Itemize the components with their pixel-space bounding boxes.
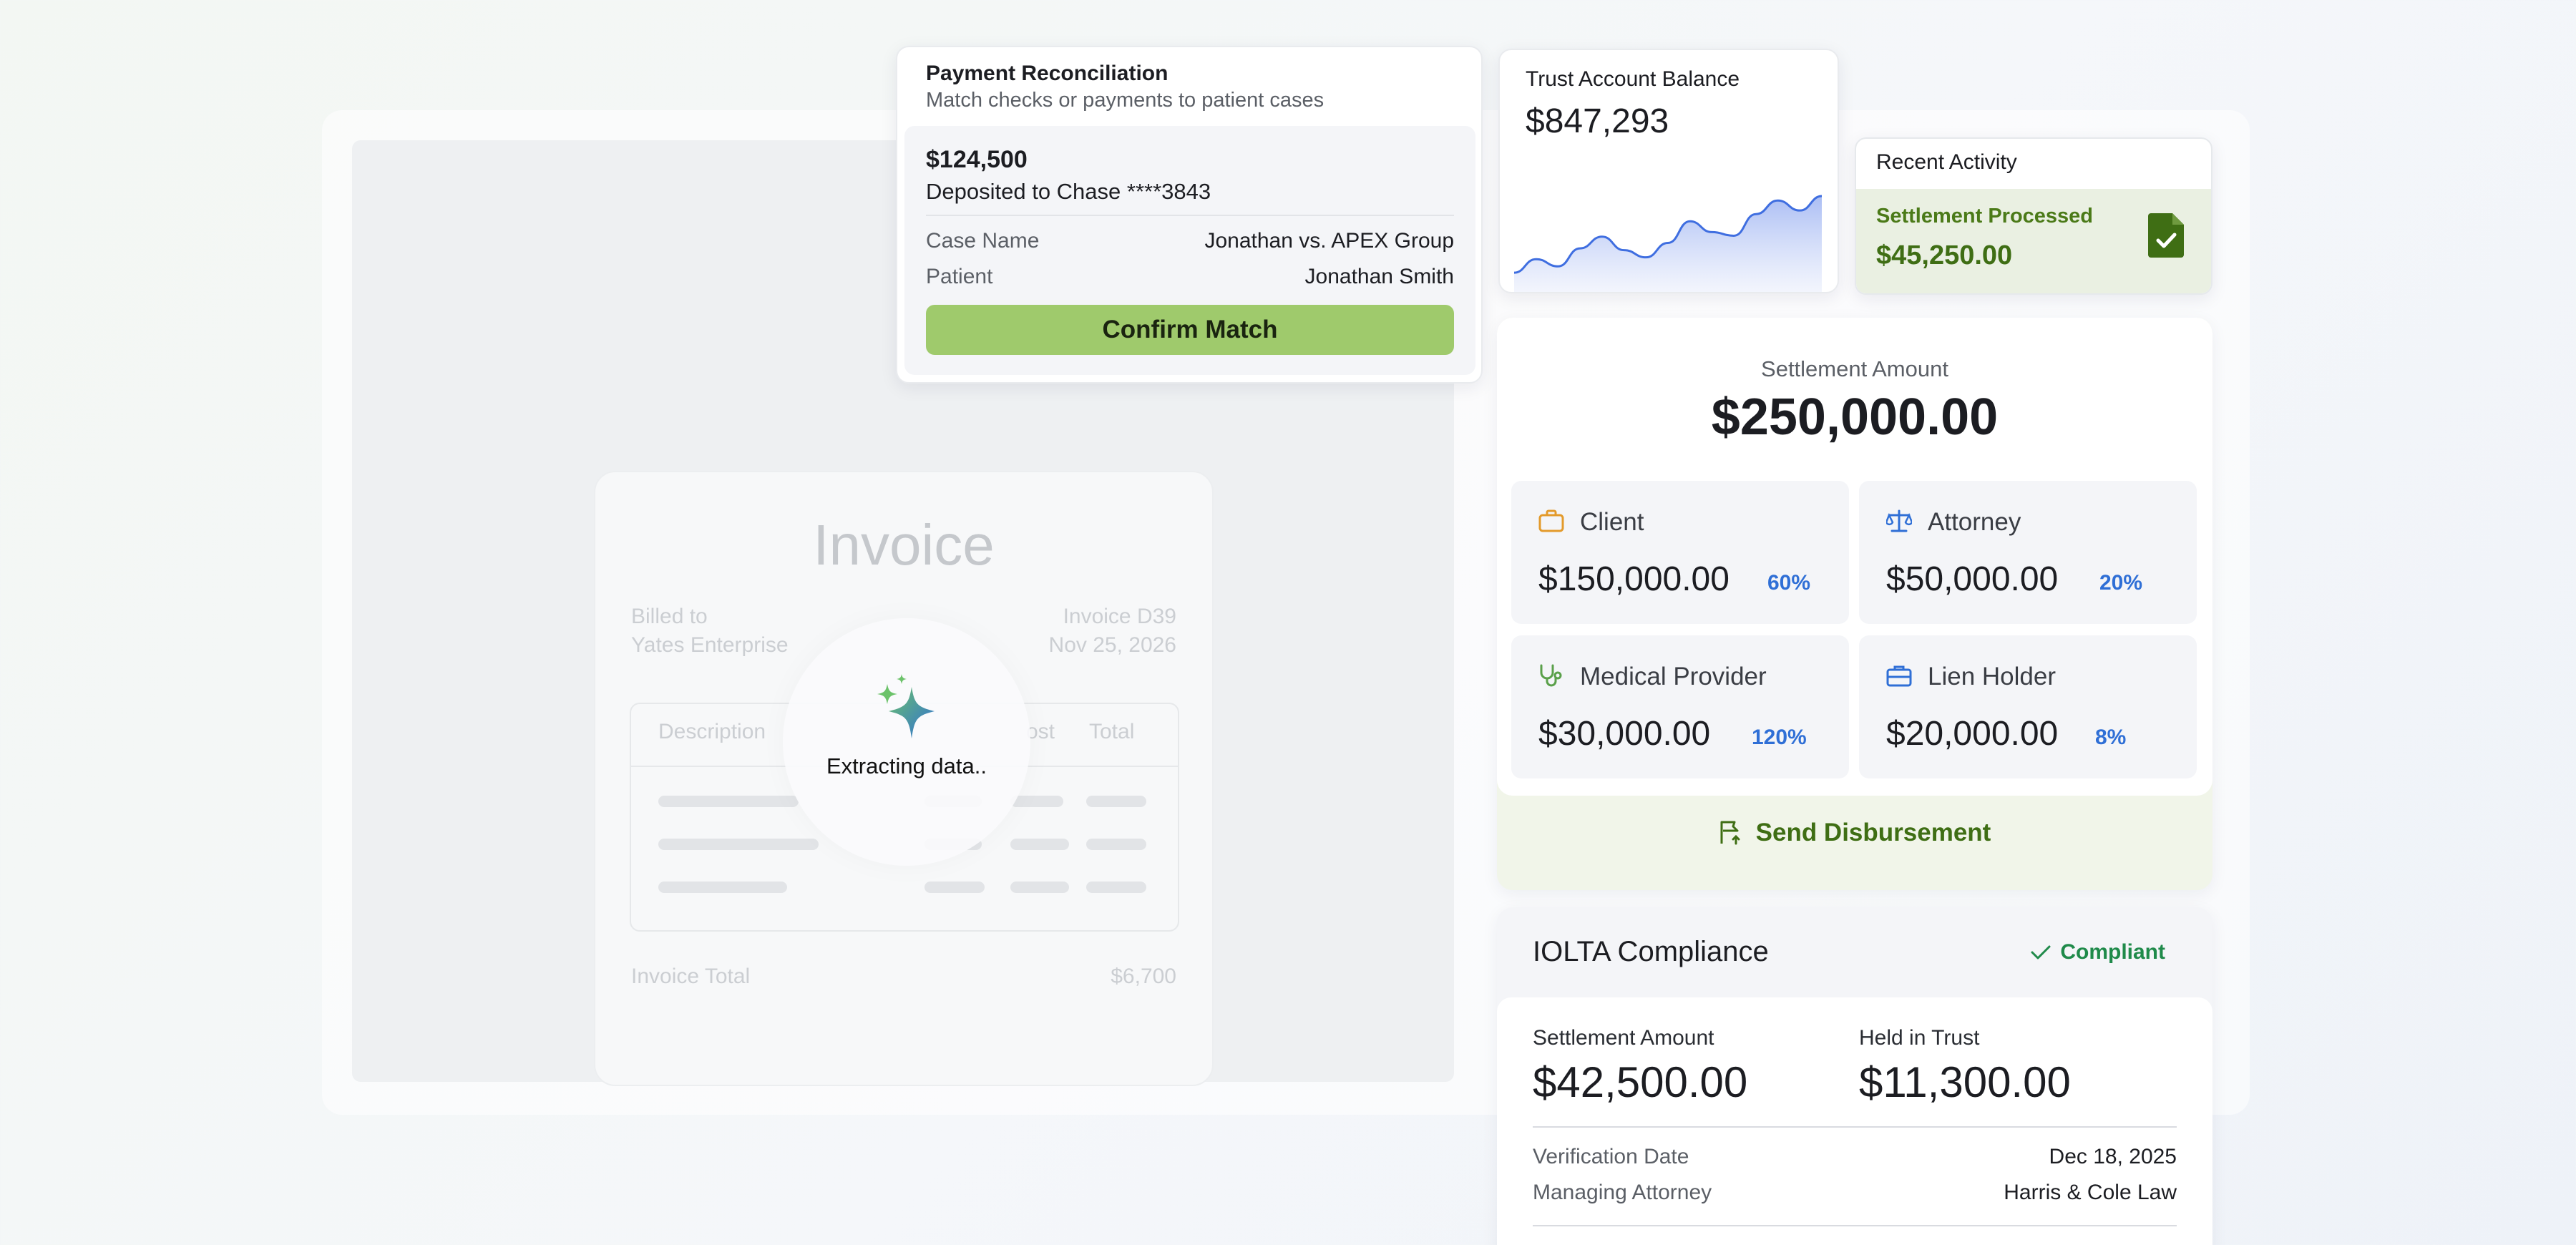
recent-activity-card: Recent Activity Settlement Processed $45…	[1855, 137, 2212, 295]
placeholder-line	[1086, 882, 1146, 893]
trust-account-card: Trust Account Balance $847,293	[1498, 49, 1839, 293]
tile-value: $20,000.00	[1886, 715, 2059, 753]
patient-label: Patient	[926, 265, 993, 288]
toolbox-icon	[1886, 665, 1912, 687]
patient-value: Jonathan Smith	[1304, 265, 1454, 288]
check-icon	[2031, 945, 2051, 960]
briefcase-icon	[1538, 509, 1564, 532]
balance-trend-sparkline	[1514, 195, 1823, 292]
activity-amount: $45,250.00	[1876, 240, 2013, 270]
extracting-text: Extracting data..	[826, 753, 987, 778]
tile-medical-provider[interactable]: Medical Provider $30,000.00 120%	[1511, 635, 1849, 778]
send-disbursement-button[interactable]: Send Disbursement	[1497, 819, 2212, 847]
tile-value: $30,000.00	[1538, 715, 1711, 753]
settlement-amount: $250,000.00	[1711, 389, 1999, 446]
recent-activity-item[interactable]: Settlement Processed $45,250.00	[1856, 189, 2211, 293]
invoice-date: Nov 25, 2026	[1048, 633, 1176, 657]
invoice-total-label: Invoice Total	[631, 965, 751, 988]
placeholder-line	[924, 882, 985, 893]
tile-value: $150,000.00	[1538, 560, 1729, 598]
send-disbursement-label: Send Disbursement	[1755, 819, 1991, 846]
iolta-title: IOLTA Compliance	[1533, 936, 1769, 967]
invoice-total-value: $6,700	[1111, 965, 1176, 988]
tile-name: Attorney	[1928, 508, 2021, 536]
column-total: Total	[1089, 720, 1135, 743]
placeholder-line	[1010, 882, 1069, 893]
placeholder-line	[658, 796, 799, 807]
flag-icon	[1720, 821, 1740, 845]
held-in-trust-value: $11,300.00	[1859, 1058, 2071, 1106]
placeholder-line	[658, 839, 819, 850]
tile-percent: 60%	[1767, 571, 1811, 595]
iolta-compliance-card: IOLTA Compliance Compliant Settlement Am…	[1497, 907, 2212, 1245]
billed-to: Billed to Yates Enterprise	[631, 602, 789, 660]
extracting-overlay: Extracting data..	[783, 618, 1030, 866]
scale-icon	[1886, 509, 1912, 532]
invoice-meta: Invoice D39 Nov 25, 2026	[1049, 602, 1176, 660]
verification-date-value: Dec 18, 2025	[2049, 1145, 2177, 1168]
compliance-status-badge: Compliant	[2030, 940, 2165, 965]
verification-date-label: Verification Date	[1533, 1145, 1689, 1168]
tile-attorney[interactable]: Attorney $50,000.00 20%	[1859, 481, 2197, 624]
held-in-trust-label: Held in Trust	[1859, 1026, 1980, 1050]
tile-client[interactable]: Client $150,000.00 60%	[1511, 481, 1849, 624]
iolta-settlement-label: Settlement Amount	[1533, 1026, 1714, 1050]
settlement-card: Settlement Amount $250,000.00 Client $15…	[1497, 318, 2212, 890]
deposit-account: Deposited to Chase ****3843	[926, 179, 1211, 204]
managing-attorney-value: Harris & Cole Law	[2004, 1181, 2177, 1204]
placeholder-line	[658, 882, 787, 893]
payment-reconciliation-subtitle: Match checks or payments to patient case…	[926, 89, 1324, 112]
settlement-label: Settlement Amount	[1761, 356, 1948, 381]
managing-attorney-label: Managing Attorney	[1533, 1181, 1712, 1204]
column-cost: ost	[1026, 720, 1055, 743]
trust-account-title: Trust Account Balance	[1526, 67, 1740, 91]
payment-amount: $124,500	[926, 146, 1028, 173]
sparkline-area	[1514, 196, 1822, 292]
tile-value: $50,000.00	[1886, 560, 2059, 598]
recent-activity-title: Recent Activity	[1876, 150, 2017, 174]
invoice-title: Invoice	[813, 513, 995, 577]
tile-name: Medical Provider	[1580, 663, 1767, 690]
confirm-match-button[interactable]: Confirm Match	[926, 305, 1454, 355]
tile-percent: 120%	[1752, 726, 1807, 749]
iolta-settlement-value: $42,500.00	[1533, 1058, 1748, 1106]
payment-reconciliation-card: Payment Reconciliation Match checks or p…	[896, 46, 1483, 384]
placeholder-line	[1086, 796, 1146, 807]
tile-name: Client	[1580, 508, 1644, 536]
case-name-value: Jonathan vs. APEX Group	[1204, 229, 1454, 253]
activity-label: Settlement Processed	[1876, 205, 2094, 228]
billed-to-label: Billed to	[631, 605, 708, 628]
billed-to-value: Yates Enterprise	[631, 633, 789, 657]
trust-account-balance: $847,293	[1526, 102, 1669, 140]
placeholder-line	[1086, 839, 1146, 850]
payment-details: $124,500 Deposited to Chase ****3843 Cas…	[904, 126, 1475, 375]
invoice-number: Invoice D39	[1063, 605, 1176, 628]
tile-lien-holder[interactable]: Lien Holder $20,000.00 8%	[1859, 635, 2197, 778]
payment-reconciliation-title: Payment Reconciliation	[926, 62, 1169, 85]
column-description: Description	[658, 720, 766, 743]
document-check-icon	[2148, 213, 2184, 258]
stethoscope-icon	[1540, 664, 1562, 687]
case-name-label: Case Name	[926, 229, 1040, 253]
sparkle-icon	[877, 674, 935, 738]
tile-name: Lien Holder	[1928, 663, 2056, 690]
tile-percent: 8%	[2095, 726, 2127, 749]
placeholder-line	[1010, 796, 1063, 807]
tile-percent: 20%	[2099, 571, 2143, 595]
placeholder-line	[1010, 839, 1069, 850]
compliance-status-text: Compliant	[2060, 940, 2165, 964]
